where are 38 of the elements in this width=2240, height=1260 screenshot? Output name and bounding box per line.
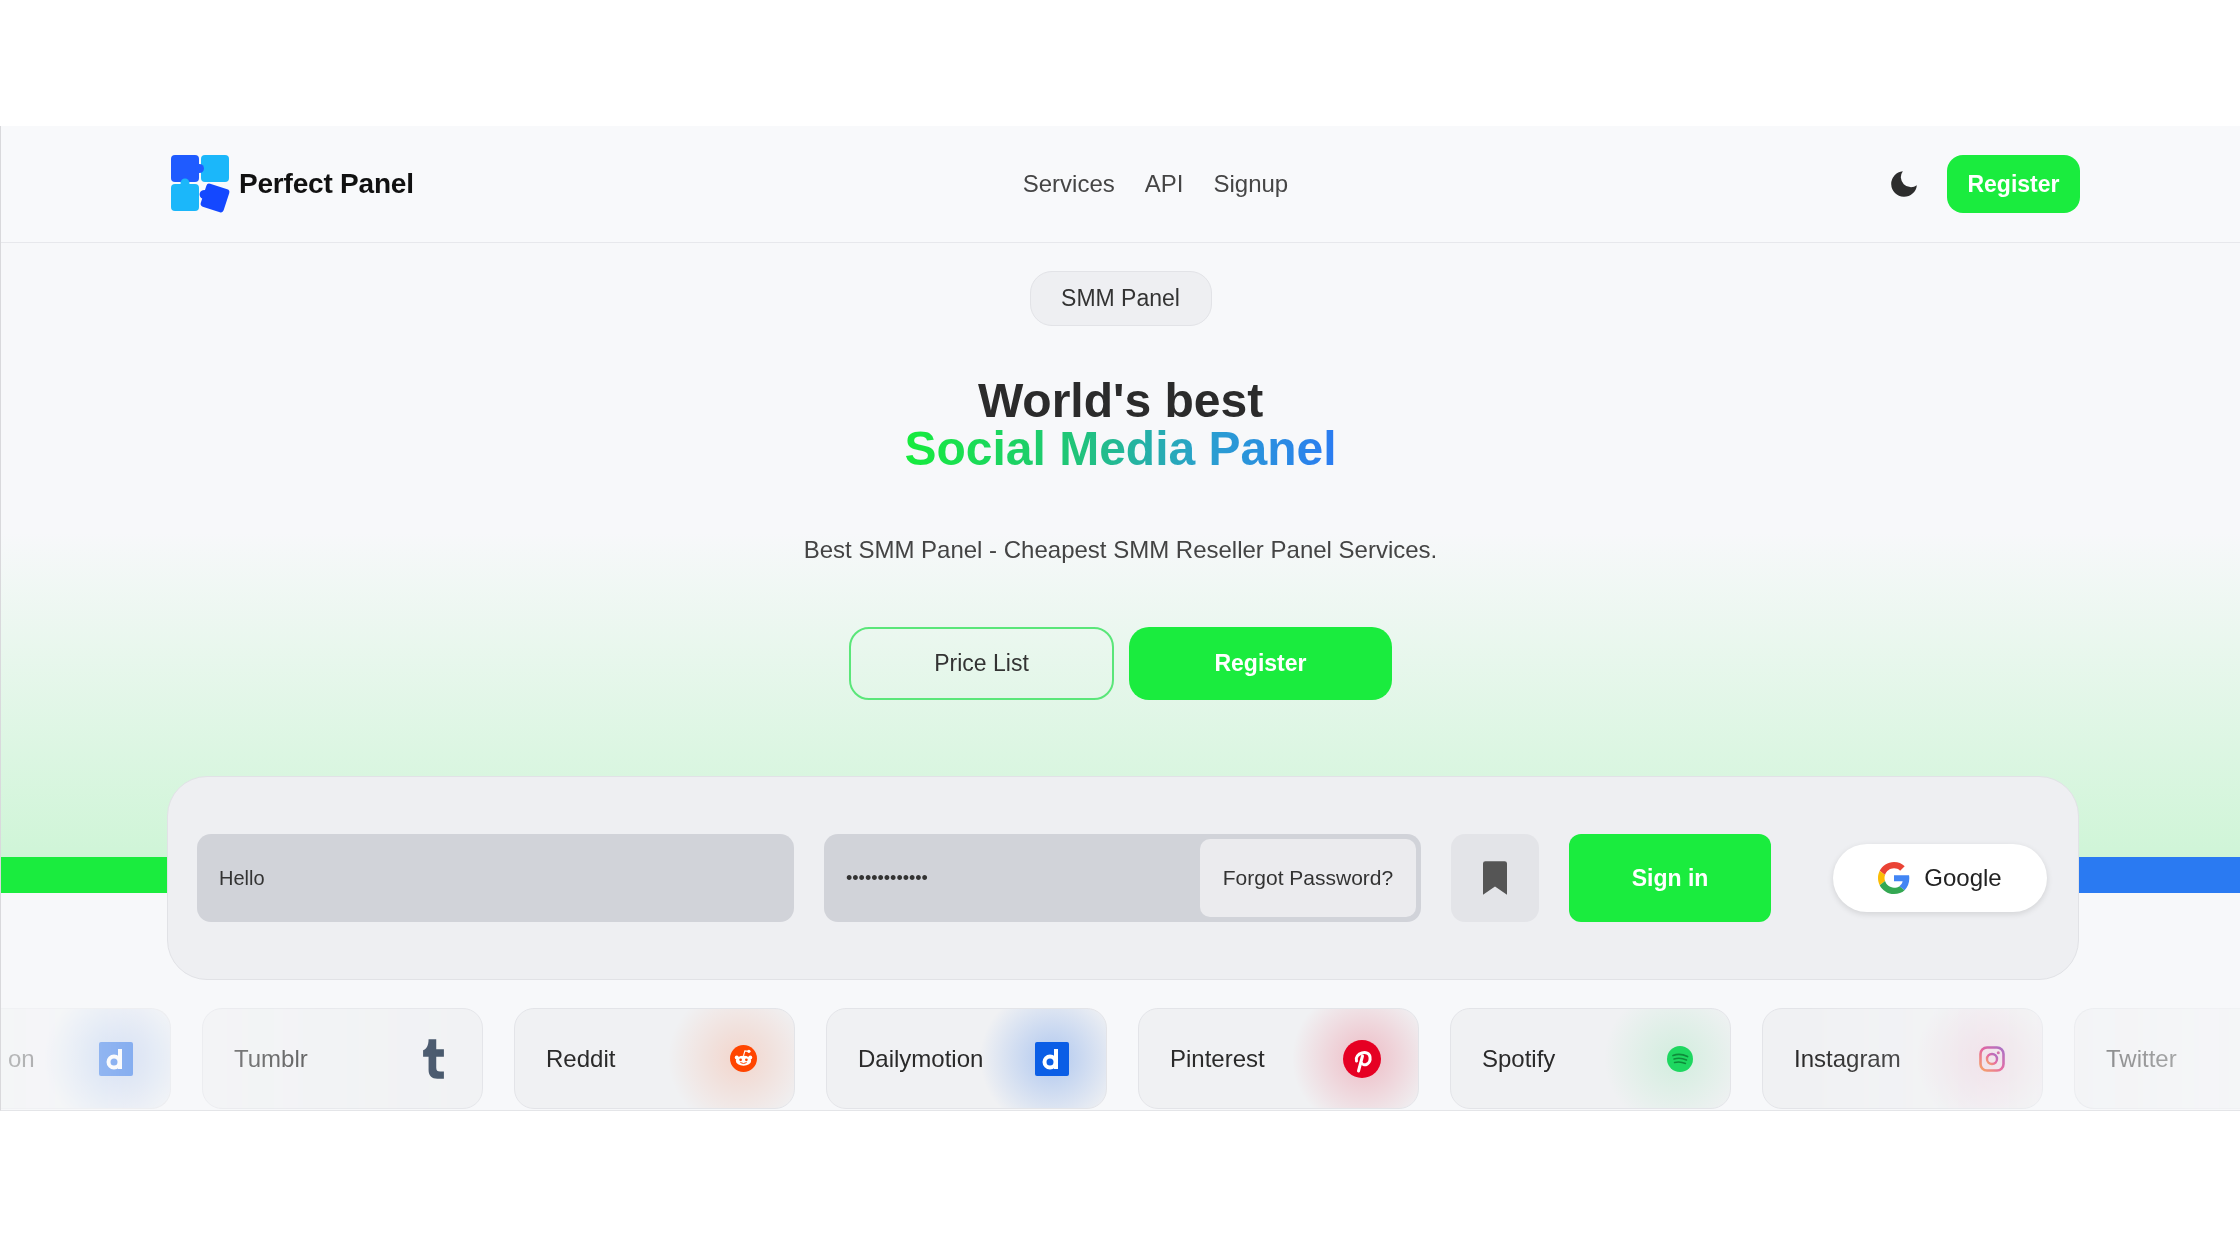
hero-subtitle: Best SMM Panel - Cheapest SMM Reseller Panel Services. xyxy=(803,535,1438,565)
platform-name: Spotify xyxy=(1482,1044,1556,1073)
password-field[interactable]: ••••••••••••• Forgot Password? xyxy=(824,834,1421,922)
nav-link[interactable]: Signup xyxy=(1213,170,1289,198)
letter-p-icon xyxy=(1343,1039,1381,1078)
platform-name: Tumblr xyxy=(234,1044,308,1073)
bookmark-button[interactable] xyxy=(1451,834,1539,922)
platform-name: Reddit xyxy=(546,1044,616,1073)
platform-card[interactable]: Reddit xyxy=(514,1008,795,1109)
sound-waves-icon xyxy=(1667,1045,1693,1072)
alien-face-icon xyxy=(730,1045,757,1072)
forgot-password-button[interactable]: Forgot Password? xyxy=(1200,839,1416,917)
platform-name: Instagram xyxy=(1794,1044,1901,1073)
letter-d-icon xyxy=(1035,1041,1069,1076)
username-field[interactable]: Hello xyxy=(197,834,794,922)
nav-link[interactable]: Services xyxy=(1022,170,1115,198)
hero-title: World's best xyxy=(977,377,1264,425)
moon-icon[interactable] xyxy=(1891,171,1917,197)
platform-name: Dailymotion xyxy=(858,1044,984,1073)
category-badge: SMM Panel xyxy=(1029,271,1212,326)
letter-t-icon xyxy=(422,1038,445,1079)
platform-card[interactable]: Instagram xyxy=(1762,1008,2043,1109)
platform-card[interactable]: Spotify xyxy=(1450,1008,1731,1109)
platform-card[interactable]: Pinterest xyxy=(1138,1008,1419,1109)
platform-name: Twitter xyxy=(2106,1044,2177,1073)
letter-d-icon xyxy=(99,1041,133,1076)
platform-name: Pinterest xyxy=(1170,1044,1265,1073)
platform-card[interactable]: Tumblr xyxy=(202,1008,483,1109)
g-logo-icon xyxy=(1878,862,1911,894)
bookmark-icon xyxy=(1483,861,1507,895)
brand-name[interactable]: Perfect Panel xyxy=(239,168,414,200)
platform-card[interactable]: Dailymotion xyxy=(826,1008,1107,1109)
price-list-button[interactable]: Price List xyxy=(849,627,1114,700)
camera-icon xyxy=(1979,1045,2005,1072)
nav-link[interactable]: API xyxy=(1144,170,1184,198)
puzzle-logo-icon[interactable] xyxy=(171,154,231,214)
platform-name: on xyxy=(8,1044,35,1073)
google-sign-in-button[interactable]: Google xyxy=(1833,844,2047,912)
